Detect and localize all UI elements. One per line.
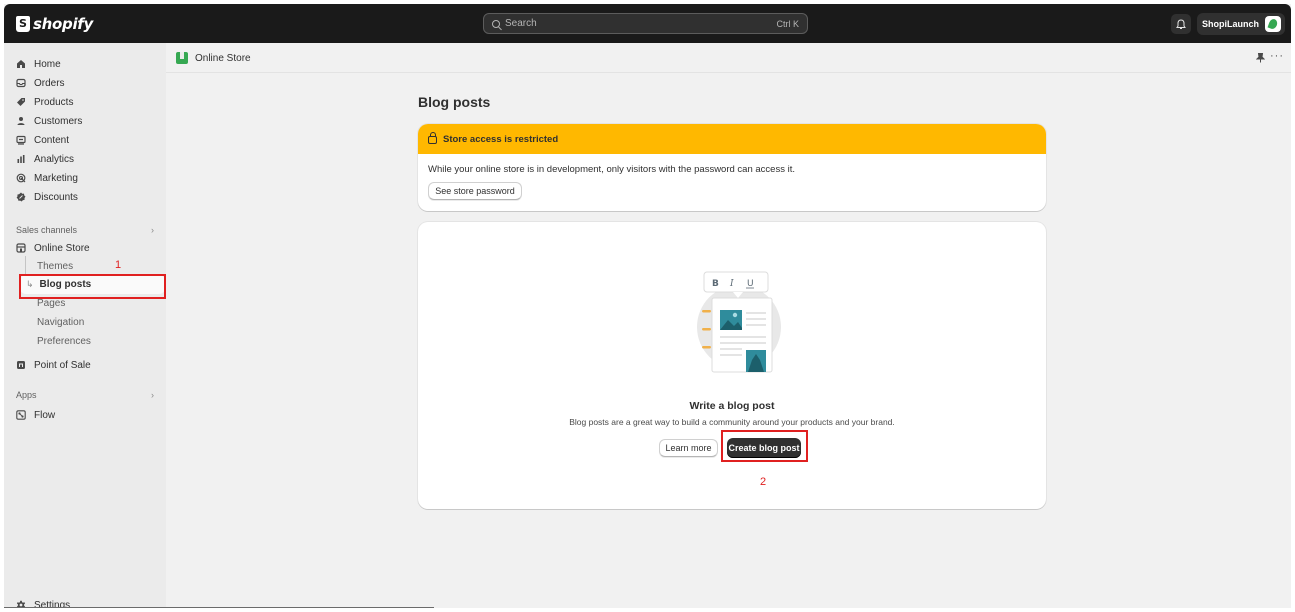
sidebar-item-themes[interactable]: Themes <box>37 257 73 275</box>
sidebar-item-label: Online Store <box>34 242 90 254</box>
empty-state-description: Blog posts are a great way to build a co… <box>569 417 895 427</box>
apps-label: Apps <box>16 390 37 400</box>
sidebar-item-label: Home <box>34 58 61 70</box>
banner-text: While your online store is in developmen… <box>428 164 795 175</box>
sidebar-item-marketing[interactable]: Marketing <box>16 169 78 187</box>
sales-channels-label: Sales channels <box>16 225 78 235</box>
banner-header: Store access is restricted <box>418 124 1046 154</box>
horizontal-scrollbar[interactable] <box>4 607 434 608</box>
sidebar-item-home[interactable]: Home <box>16 55 61 73</box>
sidebar-item-customers[interactable]: Customers <box>16 112 82 130</box>
content-icon <box>16 135 26 145</box>
breadcrumb[interactable]: Online Store <box>176 52 251 64</box>
tag-icon <box>16 97 26 107</box>
chevron-right-icon: › <box>151 390 154 400</box>
app-frame: shopify Search Ctrl K ShopiLaunch Home O… <box>4 4 1291 608</box>
online-store-icon <box>176 52 188 64</box>
sidebar-item-products[interactable]: Products <box>16 93 73 111</box>
point-of-sale-icon <box>16 360 26 370</box>
orders-icon <box>16 78 26 88</box>
sidebar-item-label: Marketing <box>34 172 78 184</box>
svg-text:U: U <box>747 279 754 289</box>
blog-illustration-icon: B I U <box>697 271 781 373</box>
sidebar-item-label: Navigation <box>37 316 85 328</box>
store-name: ShopiLaunch <box>1202 19 1259 29</box>
sidebar-item-content[interactable]: Content <box>16 131 69 149</box>
logo-text: shopify <box>33 15 93 33</box>
search-input[interactable]: Search Ctrl K <box>483 13 808 34</box>
annotation-2: 2 <box>760 476 767 488</box>
person-icon <box>16 116 26 126</box>
header-divider <box>166 72 1291 73</box>
svg-text:I: I <box>729 279 734 289</box>
sidebar-item-label: Content <box>34 134 70 146</box>
sidebar-item-online-store[interactable]: Online Store <box>16 239 90 257</box>
sidebar-item-label: Preferences <box>37 335 91 347</box>
sidebar: Home Orders Products Customers Content A… <box>4 43 166 608</box>
flow-icon <box>16 410 26 420</box>
empty-state-card: B I U Write a blog post Blog posts are a… <box>418 222 1046 509</box>
more-actions-icon[interactable]: ··· <box>1270 50 1284 62</box>
bar-chart-icon <box>16 154 26 164</box>
svg-text:B: B <box>712 279 719 289</box>
store-icon <box>16 243 26 253</box>
store-restricted-banner: Store access is restricted While your on… <box>418 124 1046 211</box>
bell-icon <box>1176 18 1186 29</box>
home-icon <box>16 59 26 69</box>
search-shortcut: Ctrl K <box>776 18 800 29</box>
sidebar-item-label: Analytics <box>34 153 75 165</box>
annotation-1: 1 <box>115 259 122 271</box>
learn-more-button[interactable]: Learn more <box>659 439 718 457</box>
search-placeholder: Search <box>505 18 537 29</box>
sidebar-item-label: Orders <box>34 77 65 89</box>
chevron-right-icon: › <box>151 225 154 235</box>
apps-header[interactable]: Apps › <box>16 390 154 400</box>
sidebar-item-label: Pages <box>37 297 66 309</box>
sidebar-item-label: Themes <box>37 260 74 272</box>
discount-icon <box>16 192 26 202</box>
highlight-box-create-button <box>721 430 808 462</box>
target-icon <box>16 173 26 183</box>
store-menu-button[interactable]: ShopiLaunch <box>1197 13 1285 35</box>
notifications-button[interactable] <box>1171 14 1191 34</box>
pin-icon[interactable] <box>1255 53 1266 66</box>
sidebar-item-pages[interactable]: Pages <box>37 294 65 312</box>
sidebar-item-flow[interactable]: Flow <box>16 406 55 424</box>
search-icon <box>492 19 500 28</box>
store-avatar <box>1265 16 1281 32</box>
sidebar-item-navigation[interactable]: Navigation <box>37 313 84 331</box>
shopify-bag-icon <box>16 16 30 32</box>
empty-state-title: Write a blog post <box>689 400 775 412</box>
top-bar: shopify Search Ctrl K ShopiLaunch <box>4 4 1291 43</box>
sidebar-item-preferences[interactable]: Preferences <box>37 332 91 350</box>
lock-icon <box>428 132 437 144</box>
breadcrumb-label: Online Store <box>195 52 251 64</box>
sidebar-item-point-of-sale[interactable]: Point of Sale <box>16 356 91 374</box>
sidebar-item-label: Discounts <box>34 191 78 203</box>
see-store-password-button[interactable]: See store password <box>428 182 522 200</box>
sidebar-item-label: Customers <box>34 115 83 127</box>
sidebar-item-orders[interactable]: Orders <box>16 74 65 92</box>
sidebar-item-analytics[interactable]: Analytics <box>16 150 74 168</box>
shopify-logo[interactable]: shopify <box>16 15 93 33</box>
banner-title: Store access is restricted <box>443 133 559 145</box>
sidebar-item-label: Flow <box>34 409 56 421</box>
page-title: Blog posts <box>418 94 491 110</box>
sales-channels-header[interactable]: Sales channels › <box>16 225 154 235</box>
sidebar-item-label: Point of Sale <box>34 359 91 371</box>
sidebar-item-discounts[interactable]: Discounts <box>16 188 78 206</box>
sidebar-item-label: Products <box>34 96 74 108</box>
